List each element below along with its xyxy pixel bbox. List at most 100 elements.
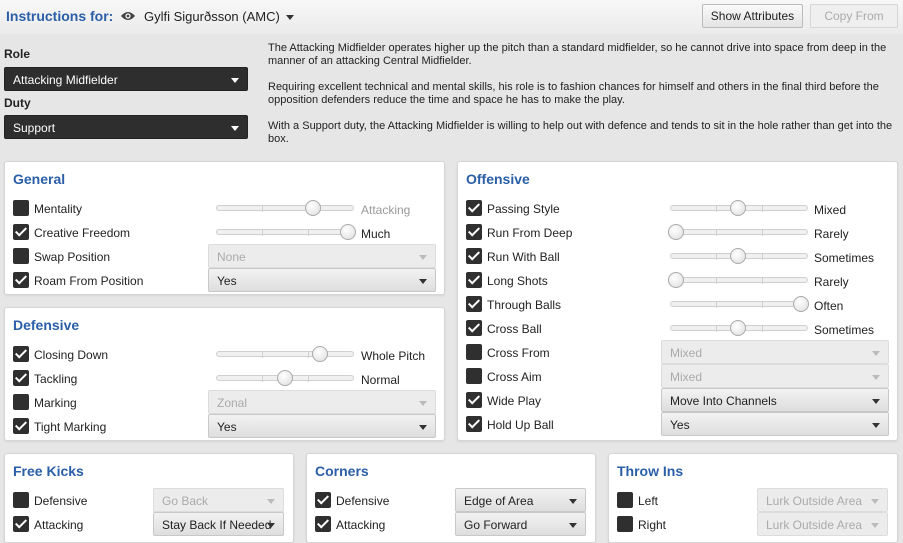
copy-from-button[interactable]: Copy From [810, 4, 898, 28]
cross-from-dropdown[interactable]: Mixed [661, 340, 889, 364]
wide-play-checkbox[interactable] [466, 392, 482, 408]
role-dropdown[interactable]: Attacking Midfielder [4, 67, 248, 91]
run-with-ball-value: Sometimes [814, 251, 875, 265]
cross-ball-label: Cross Ball [487, 322, 542, 336]
cross-aim-dropdown[interactable]: Mixed [661, 364, 889, 388]
passing-style-label: Passing Style [487, 202, 560, 216]
free-kicks-defensive-label: Defensive [34, 494, 88, 508]
role-description-p3: With a Support duty, the Attacking Midfi… [268, 120, 893, 145]
cross-aim-checkbox[interactable] [466, 368, 482, 384]
free-kicks-title: Free Kicks [13, 463, 84, 479]
corners-attacking-label: Attacking [336, 518, 386, 532]
general-title: General [13, 171, 66, 187]
mentality-label: Mentality [34, 202, 83, 216]
swap-position-dropdown[interactable]: None [208, 244, 436, 268]
chevron-down-icon [419, 279, 427, 284]
chevron-down-icon [871, 523, 879, 528]
tackling-slider-handle[interactable] [277, 370, 293, 386]
cross-ball-value: Sometimes [814, 323, 875, 337]
throw-ins-left-dropdown[interactable]: Lurk Outside Area [757, 488, 888, 512]
cross-ball-slider-handle[interactable] [730, 320, 746, 336]
corners-defensive-dropdown[interactable]: Edge of Area [455, 488, 586, 512]
free-kicks-defensive-value: Go Back [162, 494, 209, 508]
run-from-deep-slider[interactable] [670, 229, 808, 236]
marking-checkbox[interactable] [13, 394, 29, 410]
eye-icon[interactable] [120, 10, 136, 22]
passing-style-slider-handle[interactable] [730, 200, 746, 216]
through-balls-slider-handle[interactable] [793, 296, 809, 312]
passing-style-checkbox[interactable] [466, 200, 482, 216]
role-description-p2: Requiring excellent technical and mental… [268, 81, 879, 106]
roam-from-position-dropdown[interactable]: Yes [208, 268, 436, 292]
free-kicks-defensive-dropdown[interactable]: Go Back [153, 488, 284, 512]
run-from-deep-slider-handle[interactable] [668, 224, 684, 240]
through-balls-value: Often [814, 299, 844, 313]
closing-down-checkbox[interactable] [13, 346, 29, 362]
player-selector[interactable]: Gylfi Sigurðsson (AMC) [144, 9, 294, 24]
swap-position-checkbox[interactable] [13, 248, 29, 264]
tackling-label: Tackling [34, 372, 78, 386]
duty-dropdown[interactable]: Support [4, 115, 248, 139]
duty-label: Duty [4, 96, 31, 110]
long-shots-slider-handle[interactable] [668, 272, 684, 288]
chevron-down-icon [872, 351, 880, 356]
defensive-title: Defensive [13, 317, 80, 333]
long-shots-value: Rarely [814, 275, 849, 289]
mentality-checkbox[interactable] [13, 200, 29, 216]
closing-down-slider[interactable] [216, 351, 354, 358]
chevron-down-icon [419, 401, 427, 406]
marking-dropdown[interactable]: Zonal [208, 390, 436, 414]
corners-defensive-value: Edge of Area [464, 494, 534, 508]
mentality-slider[interactable] [216, 205, 354, 212]
throw-ins-title: Throw Ins [617, 463, 684, 479]
through-balls-checkbox[interactable] [466, 296, 482, 312]
free-kicks-attacking-dropdown[interactable]: Stay Back If Needed [153, 512, 284, 536]
corners-attacking-dropdown[interactable]: Go Forward [455, 512, 586, 536]
run-from-deep-checkbox[interactable] [466, 224, 482, 240]
run-with-ball-label: Run With Ball [487, 250, 560, 264]
tight-marking-label: Tight Marking [34, 420, 107, 434]
tackling-checkbox[interactable] [13, 370, 29, 386]
creative-freedom-checkbox[interactable] [13, 224, 29, 240]
chevron-down-icon [872, 423, 880, 428]
free-kicks-attacking-checkbox[interactable] [13, 516, 29, 532]
chevron-down-icon [267, 499, 275, 504]
closing-down-slider-handle[interactable] [312, 346, 328, 362]
cross-aim-label: Cross Aim [487, 370, 542, 384]
creative-freedom-label: Creative Freedom [34, 226, 131, 240]
run-with-ball-checkbox[interactable] [466, 248, 482, 264]
mentality-slider-handle[interactable] [305, 200, 321, 216]
creative-freedom-slider-handle[interactable] [340, 224, 356, 240]
cross-aim-value: Mixed [670, 370, 703, 384]
long-shots-checkbox[interactable] [466, 272, 482, 288]
long-shots-label: Long Shots [487, 274, 548, 288]
creative-freedom-slider[interactable] [216, 229, 354, 236]
long-shots-slider[interactable] [670, 277, 808, 284]
run-from-deep-value: Rarely [814, 227, 849, 241]
run-with-ball-slider-handle[interactable] [730, 248, 746, 264]
throw-ins-right-dropdown[interactable]: Lurk Outside Area [757, 512, 888, 536]
chevron-down-icon [569, 523, 577, 528]
chevron-down-icon [871, 499, 879, 504]
tight-marking-dropdown[interactable]: Yes [208, 414, 436, 438]
hold-up-ball-checkbox[interactable] [466, 416, 482, 432]
hold-up-ball-dropdown[interactable]: Yes [661, 412, 889, 436]
closing-down-label: Closing Down [34, 348, 109, 362]
throw-ins-left-label: Left [638, 494, 659, 508]
roam-from-position-checkbox[interactable] [13, 272, 29, 288]
corners-attacking-checkbox[interactable] [315, 516, 331, 532]
tight-marking-checkbox[interactable] [13, 418, 29, 434]
tight-marking-value: Yes [217, 420, 237, 434]
through-balls-slider[interactable] [670, 301, 808, 308]
wide-play-value: Move Into Channels [670, 394, 777, 408]
throw-ins-right-checkbox[interactable] [617, 516, 633, 532]
cross-from-checkbox[interactable] [466, 344, 482, 360]
corners-defensive-checkbox[interactable] [315, 492, 331, 508]
show-attributes-button[interactable]: Show Attributes [702, 4, 803, 28]
wide-play-dropdown[interactable]: Move Into Channels [661, 388, 889, 412]
cross-ball-checkbox[interactable] [466, 320, 482, 336]
chevron-down-icon [872, 375, 880, 380]
free-kicks-defensive-checkbox[interactable] [13, 492, 29, 508]
chevron-down-icon [267, 523, 275, 528]
throw-ins-left-checkbox[interactable] [617, 492, 633, 508]
